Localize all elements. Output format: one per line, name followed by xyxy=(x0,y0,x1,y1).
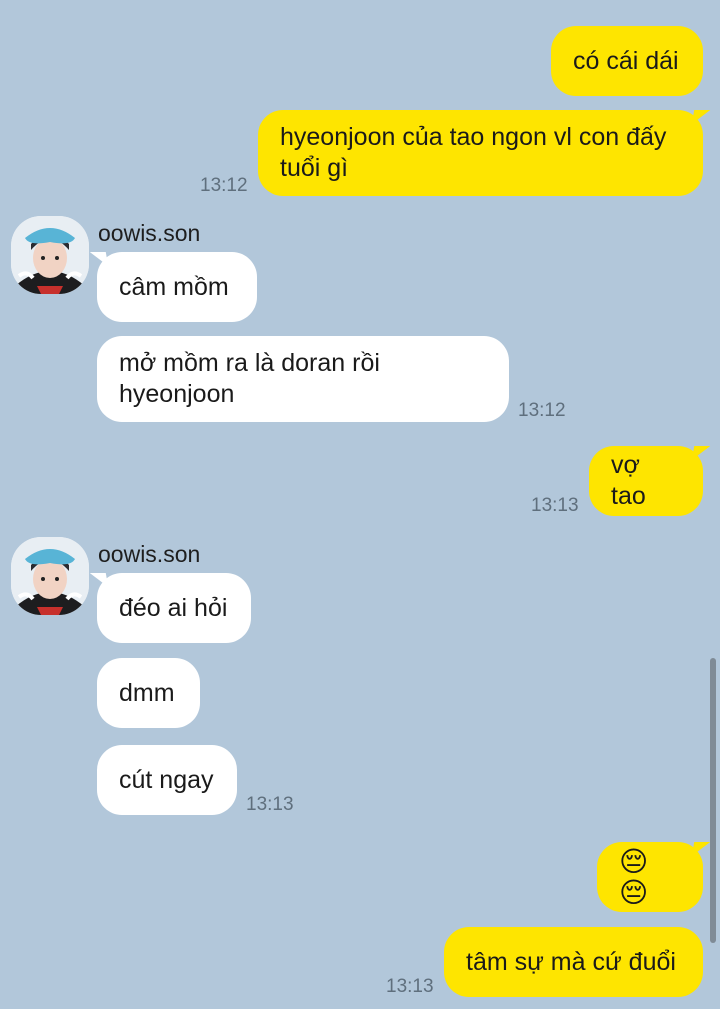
message-text: tâm sự mà cứ đuổi xyxy=(466,947,676,976)
incoming-message[interactable]: dmm xyxy=(97,658,200,728)
chat-scroll-area[interactable]: có cái dái hyeonjoon của tao ngon vl con… xyxy=(0,0,720,1009)
incoming-message[interactable]: mở mồm ra là doran rồi hyeonjoon xyxy=(97,336,509,422)
contact-avatar[interactable] xyxy=(11,537,89,615)
sender-name: oowis.son xyxy=(98,220,201,246)
sender-name: oowis.son xyxy=(98,541,201,567)
message-text: câm mồm xyxy=(119,272,229,301)
scrollbar[interactable] xyxy=(710,658,716,943)
message-timestamp: 13:13 xyxy=(246,794,294,815)
incoming-message[interactable]: câm mồm xyxy=(97,252,257,322)
outgoing-message[interactable]: có cái dái xyxy=(551,26,703,96)
message-text: dmm xyxy=(119,678,175,707)
message-text: vợ tao xyxy=(611,451,647,510)
message-text: 😔😔 xyxy=(619,846,651,908)
outgoing-message[interactable]: 😔😔 xyxy=(597,842,703,912)
incoming-message[interactable]: đéo ai hỏi xyxy=(97,573,251,643)
incoming-message[interactable]: cút ngay xyxy=(97,745,237,815)
message-timestamp: 13:12 xyxy=(200,175,248,196)
message-text: mở mồm ra là doran rồi hyeonjoon xyxy=(119,349,380,408)
message-timestamp: 13:12 xyxy=(518,400,566,421)
profile-avatar-icon xyxy=(11,216,89,294)
outgoing-message[interactable]: hyeonjoon của tao ngon vl con đấy tuổi g… xyxy=(258,110,703,196)
outgoing-message[interactable]: tâm sự mà cứ đuổi xyxy=(444,927,703,997)
message-text: hyeonjoon của tao ngon vl con đấy tuổi g… xyxy=(280,123,667,182)
contact-avatar[interactable] xyxy=(11,216,89,294)
message-text: có cái dái xyxy=(573,46,679,75)
message-text: cút ngay xyxy=(119,765,214,794)
message-text: đéo ai hỏi xyxy=(119,593,228,622)
message-timestamp: 13:13 xyxy=(386,976,434,997)
outgoing-message[interactable]: vợ tao xyxy=(589,446,703,516)
message-timestamp: 13:13 xyxy=(531,495,579,516)
profile-avatar-icon xyxy=(11,537,89,615)
